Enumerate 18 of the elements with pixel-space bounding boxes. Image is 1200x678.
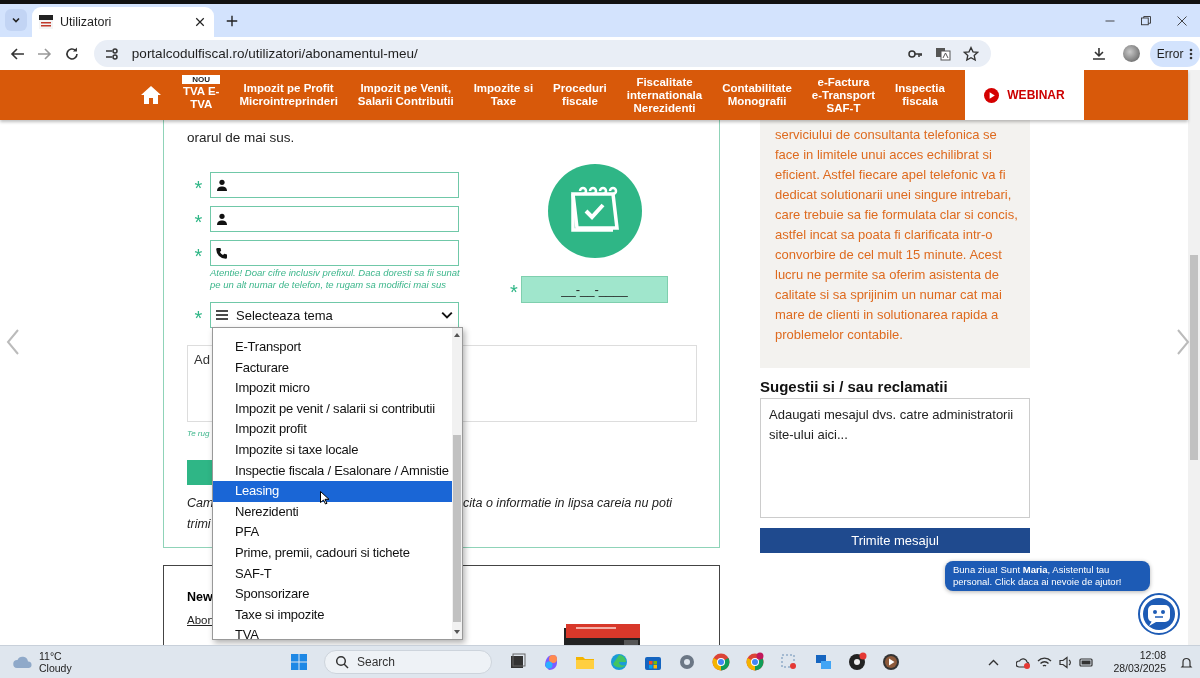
new-badge: NOU	[182, 75, 221, 84]
required-mark: *	[193, 209, 204, 234]
intro-text: orarul de mai sus.	[187, 129, 296, 147]
phone-hint: Atentie! Doar cifre inclusiv prefixul. Daca doresti sa fii sunat pe un alt numar de telefon, te rugam sa modifici mai sus	[210, 267, 461, 291]
weather-text: Cloudy	[39, 662, 72, 674]
section-title: Sugestii si / sau reclamatii	[760, 378, 949, 395]
required-mark: *	[193, 175, 204, 200]
tab-title: Utilizatori	[60, 15, 113, 29]
temperature-text: 11°C	[39, 650, 63, 662]
required-mark: *	[509, 280, 519, 304]
message-hint: Te rug	[187, 429, 211, 438]
note-text: cita o informatie in lipsa careia nu poti	[463, 495, 673, 512]
note-text: trimi	[187, 516, 211, 533]
note-text: Cam	[187, 495, 211, 512]
newsletter-title: New	[187, 590, 214, 604]
required-mark: *	[193, 243, 204, 268]
info-text: serviciului de consultanta telefonica se face in limitele unui acces echilibrat si eficient. Astfel fiecare apel telefonic va fi dedicat solutionarii unei singure intrebari, care trebuie sa fie formulata clar si concis, astfel incat sa poata fi clarificata intr-o convorbire de cel mult 15 minute. Acest lucru ne permite sa oferim asistenta de calitate si sa sprijinim un numar cat mai mare de clienti in solutionarea rapida a problemelor contabile.	[760, 120, 1030, 368]
required-mark: *	[193, 305, 204, 330]
